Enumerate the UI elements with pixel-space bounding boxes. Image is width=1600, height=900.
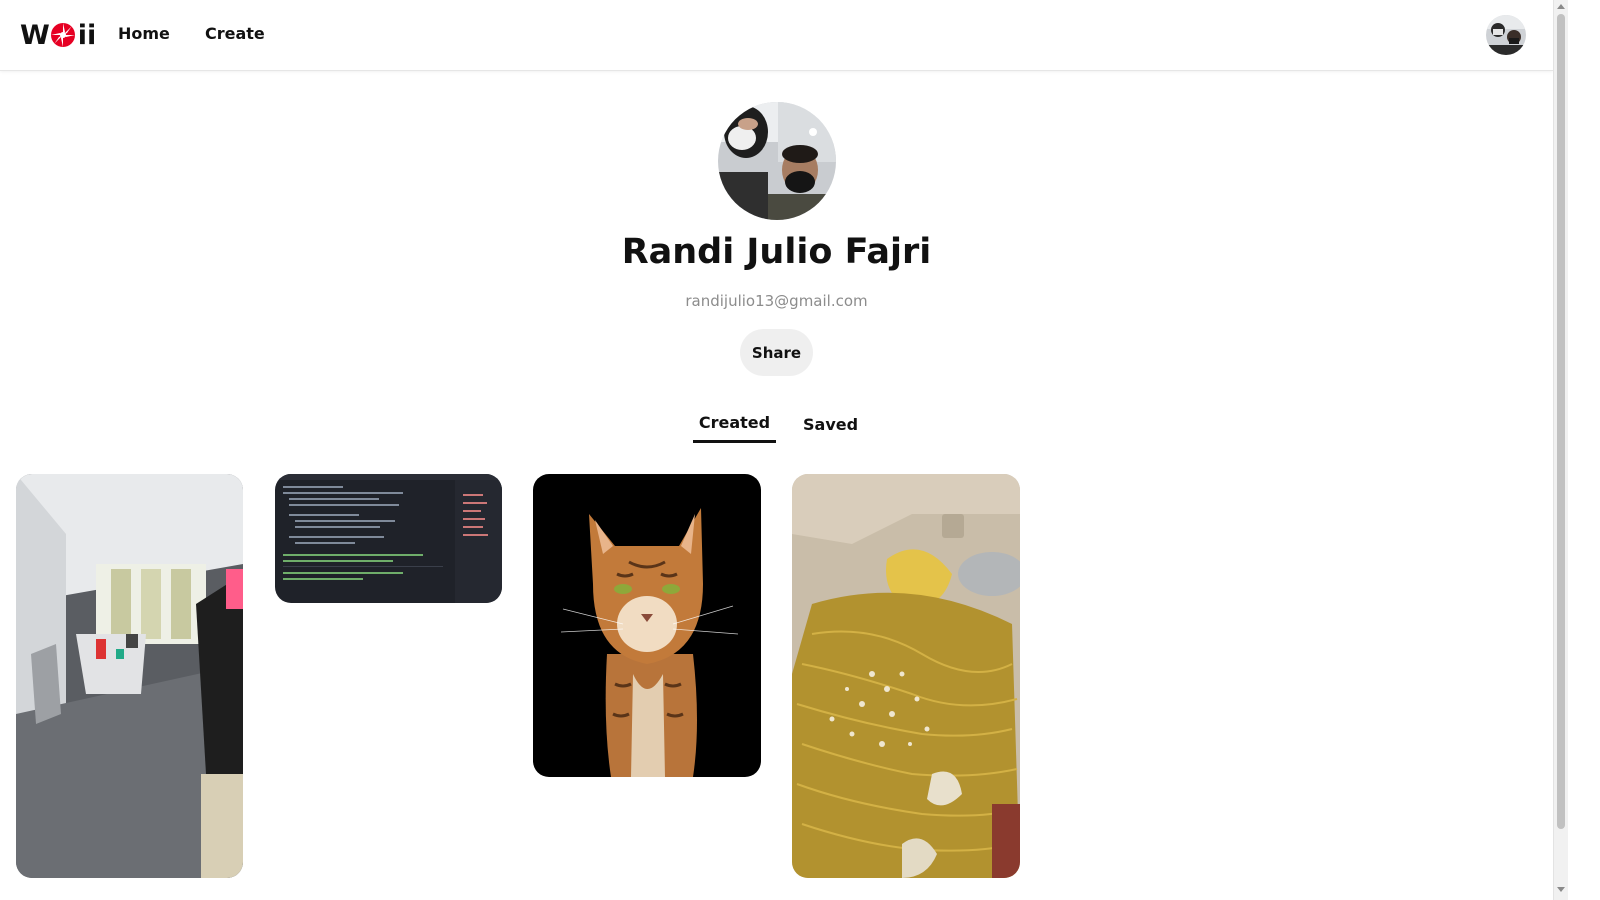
logo-aperture-icon: [50, 22, 76, 48]
logo-letters-ii: ii: [77, 19, 97, 51]
pin-card-office-room[interactable]: [16, 474, 243, 878]
logo-letter-w: W: [20, 19, 50, 51]
vertical-scrollbar[interactable]: [1553, 0, 1568, 900]
scroll-up-arrow-icon[interactable]: [1557, 4, 1565, 9]
tab-saved[interactable]: Saved: [803, 415, 858, 434]
share-button[interactable]: Share: [740, 329, 813, 376]
profile-avatar: [718, 102, 836, 220]
scroll-thumb[interactable]: [1557, 14, 1565, 829]
nav-create-link[interactable]: Create: [205, 24, 265, 43]
profile-email: randijulio13@gmail.com: [685, 292, 868, 310]
pin-card-cat-photo[interactable]: [533, 474, 761, 777]
top-nav-bar: W ii Home Create: [0, 0, 1553, 71]
scroll-down-arrow-icon[interactable]: [1557, 887, 1565, 892]
logo[interactable]: W ii: [20, 19, 97, 51]
pin-card-noodles[interactable]: [792, 474, 1020, 878]
user-avatar[interactable]: [1486, 15, 1526, 55]
tab-created[interactable]: Created: [693, 413, 776, 443]
pin-card-code-editor[interactable]: [275, 474, 502, 603]
nav-home-link[interactable]: Home: [118, 24, 170, 43]
profile-name: Randi Julio Fajri: [621, 232, 932, 272]
